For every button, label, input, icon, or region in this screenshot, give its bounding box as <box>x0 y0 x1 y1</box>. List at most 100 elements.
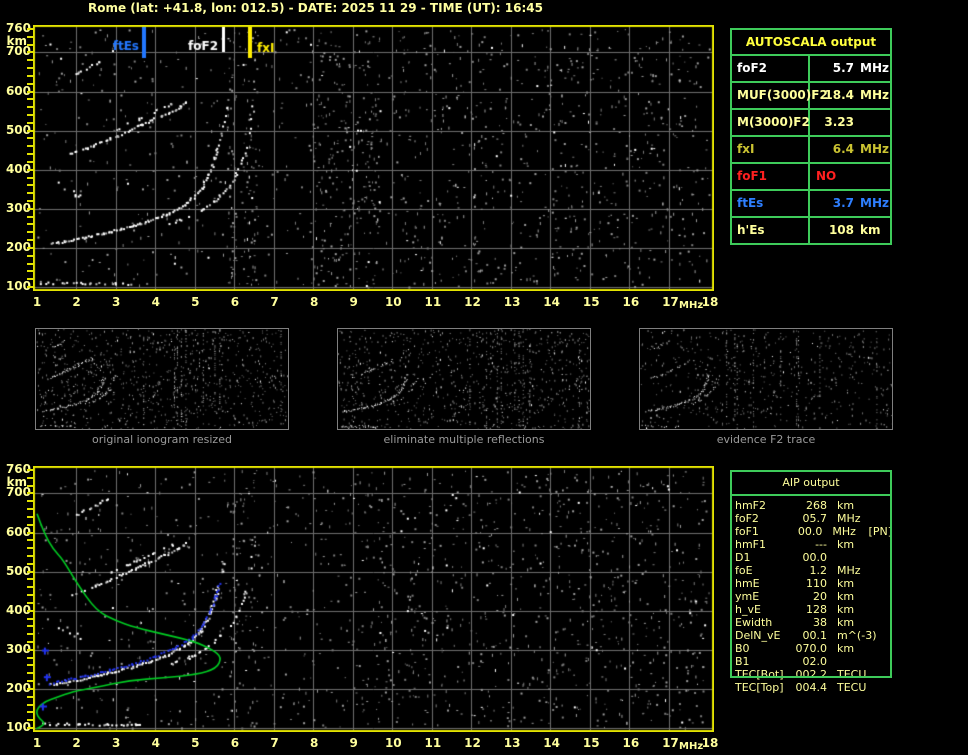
autoscala-output-table: AUTOSCALA output foF2 5.7 MHz MUF(3000)F2 18… <box>730 28 892 245</box>
autoscala-row-label: M(3000)F2 <box>732 110 810 135</box>
y-axis-tick <box>27 704 33 706</box>
y-axis-tick <box>27 547 33 549</box>
x-tick-label: 1 <box>32 295 42 309</box>
y-axis-tick <box>27 508 33 510</box>
x-tick-label: 5 <box>191 295 200 309</box>
thumbnail-caption-original: original ionogram resized <box>92 433 232 446</box>
y-axis-tick <box>27 161 33 163</box>
aip-label: foE <box>735 564 753 577</box>
x-tick-label: 5 <box>191 736 200 750</box>
x-tick-label: 8 <box>309 736 319 750</box>
autoscala-row-label: fxI <box>732 137 810 162</box>
y-axis-tick <box>27 672 33 674</box>
autoscala-row-fxI: fxI 6.4 MHz <box>732 137 890 164</box>
aip-num: 20 <box>813 590 827 603</box>
y-axis-tick <box>27 255 33 257</box>
aip-note <box>873 629 892 642</box>
thumbnail-original-ionogram <box>35 328 289 430</box>
y-axis-tick <box>27 578 33 580</box>
aip-table-rows: hmF2 268 km foF2 05.7 MHz foF1 00.0 MHz [PN] hmF1 -… <box>730 496 892 694</box>
x-tick-label: 4 <box>151 295 160 309</box>
aip-note <box>873 668 892 681</box>
y-axis-tick <box>27 610 33 612</box>
aip-row-B1: B1 02.0 <box>730 655 892 668</box>
x-tick-label: 12 <box>464 736 481 750</box>
autoscala-row-value: 6.4 MHz <box>832 142 889 156</box>
y-axis-tick <box>27 59 33 61</box>
main-ionogram-plot <box>33 25 714 291</box>
autoscala-row-value: 18.4 MHz <box>824 88 889 102</box>
x-tick-label: 7 <box>270 295 279 309</box>
autoscala-row-label: h'Es <box>732 218 810 243</box>
autoscala-row-value: 3.23 <box>824 115 854 129</box>
aip-unit <box>827 655 873 668</box>
aip-num: 002.2 <box>795 668 828 681</box>
autoscala-row-foF1: foF1 NO <box>732 164 890 191</box>
y-axis-tick <box>27 28 33 30</box>
y-axis-tick <box>27 247 33 249</box>
y-axis-tick <box>27 649 33 651</box>
x-tick-label: 15 <box>582 736 600 750</box>
aip-label: ymE <box>735 590 760 603</box>
aip-note <box>873 642 892 655</box>
y-axis-tick <box>27 114 33 116</box>
y-axis-tick <box>27 524 33 526</box>
x-tick-label: 4 <box>151 736 160 750</box>
aip-unit: MHz <box>837 564 861 577</box>
aip-num: 004.4 <box>795 681 828 694</box>
x-tick-label: 14 <box>543 295 560 309</box>
x-tick-label: 8 <box>309 295 319 309</box>
thumbnail-caption-eliminate: eliminate multiple reflections <box>383 433 545 446</box>
y-axis-tick <box>27 51 33 53</box>
aip-unit: km <box>837 577 855 590</box>
aip-unit: MHz <box>832 525 856 538</box>
aip-unit: km <box>837 590 855 603</box>
y-axis-tick <box>27 492 33 494</box>
x-tick-label: 13 <box>503 736 521 750</box>
y-axis-tick <box>27 286 33 288</box>
y-axis-tick <box>27 555 33 557</box>
autoscala-row-ftEs: ftEs 3.7 MHz <box>732 191 890 218</box>
autoscala-row-M3000F2: M(3000)F2 3.23 <box>732 110 890 137</box>
y-axis-tick <box>27 571 33 573</box>
aip-ionogram-plot <box>33 466 714 732</box>
y-axis-tick <box>27 688 33 690</box>
autoscala-table-header: AUTOSCALA output <box>732 30 890 56</box>
aip-note <box>873 681 892 694</box>
x-tick-label: 16 <box>622 736 640 750</box>
thumbnail-eliminate-reflections <box>337 328 591 430</box>
autoscala-row-value: 3.7 MHz <box>832 196 889 210</box>
aip-num: 38 <box>813 616 827 629</box>
x-tick-label: 11 <box>424 295 442 309</box>
aip-table-header: AIP output <box>730 472 892 496</box>
station-date-title: Rome (lat: +41.8, lon: 012.5) - DATE: 20… <box>88 1 543 15</box>
aip-note <box>873 603 892 616</box>
y-axis-tick <box>27 122 33 124</box>
aip-row-B0: B0 070.0 km <box>730 642 892 655</box>
aip-num: 00.0 <box>797 525 823 538</box>
y-axis-tick <box>27 727 33 729</box>
thumbnail-caption-evidence: evidence F2 trace <box>716 433 816 446</box>
aip-row-TECTop: TEC[Top] 004.4 TECU <box>730 681 892 694</box>
y-axis-tick <box>27 36 33 38</box>
y-axis-tick <box>27 184 33 186</box>
y-axis-tick <box>27 696 33 698</box>
aip-label: hmF2 <box>735 499 767 512</box>
y-axis-tick <box>27 278 33 280</box>
y-axis-tick <box>27 563 33 565</box>
aip-num: 1.2 <box>809 564 828 577</box>
aip-note <box>873 564 892 577</box>
aip-note <box>873 499 892 512</box>
aip-num: 128 <box>806 603 827 616</box>
aip-label: foF2 <box>735 512 759 525</box>
y-axis-tick <box>27 477 33 479</box>
aip-label: TEC[Top] <box>735 681 784 694</box>
autoscala-row-label: foF2 <box>732 56 810 81</box>
aip-num: 02.0 <box>802 655 828 668</box>
aip-unit: TECU <box>837 668 867 681</box>
autoscala-row-value: NO <box>816 169 837 183</box>
y-axis-tick <box>27 625 33 627</box>
aip-row-DelNvE: DelN_vE 00.1 m^(-3) <box>730 629 892 642</box>
x-tick-label: 9 <box>349 295 358 309</box>
aip-num: --- <box>815 538 827 551</box>
